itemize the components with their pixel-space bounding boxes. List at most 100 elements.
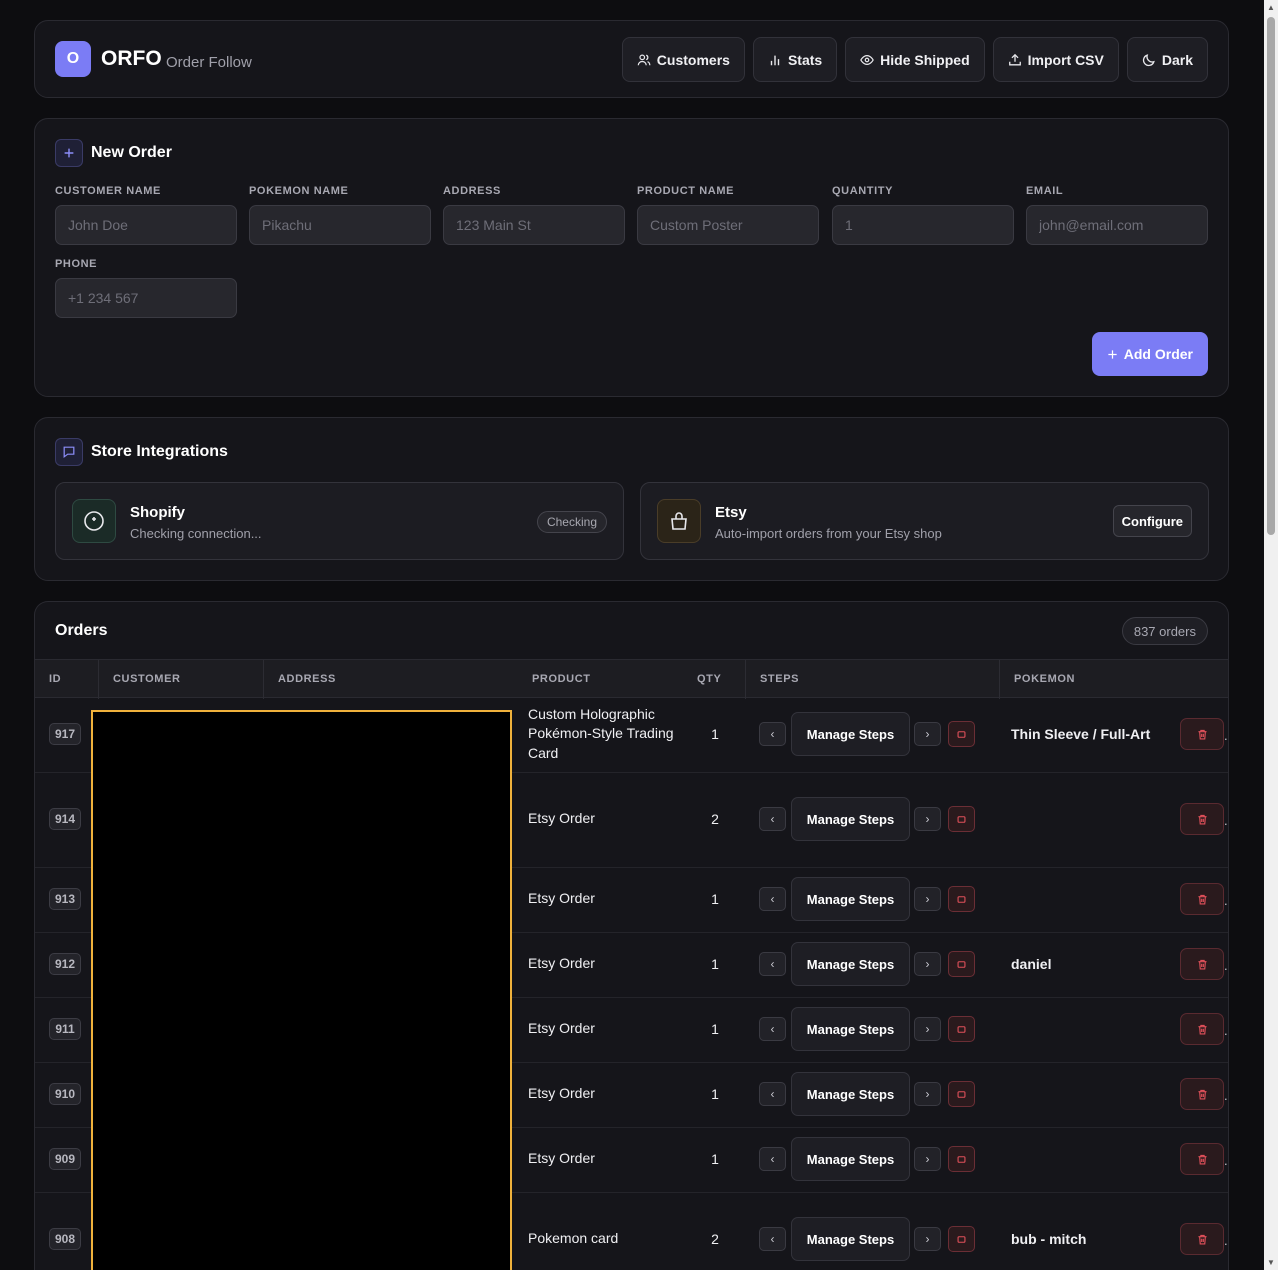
step-status-icon[interactable] [948, 886, 975, 912]
scroll-up-icon[interactable]: ▲ [1267, 3, 1275, 12]
product-cell: Etsy Order [528, 890, 595, 907]
manage-steps-button[interactable]: Manage Steps [791, 942, 910, 986]
qty-cell: 2 [711, 811, 719, 827]
dark-mode-button[interactable]: Dark [1126, 37, 1208, 82]
etsy-description: Auto-import orders from your Etsy shop [715, 526, 942, 541]
col-qty[interactable]: QTY [697, 673, 721, 685]
users-icon [637, 53, 651, 65]
col-id[interactable]: ID [49, 673, 61, 685]
shopify-icon [72, 499, 116, 543]
next-step-button[interactable]: › [914, 887, 941, 911]
delete-order-button[interactable] [1180, 1013, 1224, 1045]
prev-step-button[interactable]: ‹ [759, 1017, 786, 1041]
step-status-icon[interactable] [948, 1146, 975, 1172]
phone-input[interactable] [55, 278, 237, 318]
trash-icon [1196, 1153, 1209, 1166]
trash-icon [1196, 893, 1209, 906]
orders-table-header: ID CUSTOMER ADDRESS PRODUCT QTY STEPS PO… [35, 659, 1228, 699]
customer-name-input[interactable] [55, 205, 237, 245]
product-cell: Etsy Order [528, 1020, 595, 1037]
manage-steps-button[interactable]: Manage Steps [791, 797, 910, 841]
prev-step-button[interactable]: ‹ [759, 1227, 786, 1251]
delete-order-button[interactable] [1180, 1143, 1224, 1175]
next-step-button[interactable]: › [914, 1082, 941, 1106]
next-step-button[interactable]: › [914, 1227, 941, 1251]
prev-step-button[interactable]: ‹ [759, 1082, 786, 1106]
prev-step-button[interactable]: ‹ [759, 887, 786, 911]
shopify-description: Checking connection... [130, 526, 262, 541]
overflow-ellipsis: .. [1224, 1153, 1228, 1168]
customers-button[interactable]: Customers [621, 37, 745, 82]
overflow-ellipsis: .. [1224, 1233, 1228, 1248]
hide-shipped-button[interactable]: Hide Shipped [845, 37, 985, 82]
add-order-button[interactable]: Add Order [1091, 332, 1208, 376]
quantity-input[interactable] [832, 205, 1014, 245]
col-pokemon[interactable]: POKEMON [1014, 673, 1075, 685]
page-scrollbar[interactable]: ▲ ▼ [1264, 0, 1278, 1270]
qty-cell: 1 [711, 956, 719, 972]
plus-icon [55, 139, 83, 167]
message-square-icon [55, 438, 83, 466]
phone-field: PHONE [55, 258, 237, 318]
step-status-icon[interactable] [948, 1081, 975, 1107]
col-product[interactable]: PRODUCT [532, 673, 591, 685]
next-step-button[interactable]: › [914, 952, 941, 976]
etsy-name: Etsy [715, 504, 747, 521]
manage-steps-button[interactable]: Manage Steps [791, 1137, 910, 1181]
delete-order-button[interactable] [1180, 948, 1224, 980]
email-field: EMAIL [1026, 185, 1208, 245]
etsy-configure-button[interactable]: Configure [1112, 505, 1192, 537]
next-step-button[interactable]: › [914, 807, 941, 831]
next-step-button[interactable]: › [914, 1017, 941, 1041]
order-id-badge: 917 [49, 723, 81, 745]
stats-button[interactable]: Stats [752, 37, 838, 82]
trash-icon [1196, 1233, 1209, 1246]
bar-chart-icon [770, 55, 780, 65]
trash-icon [1196, 813, 1209, 826]
overflow-ellipsis: .. [1224, 893, 1228, 908]
orders-title: Orders [55, 622, 108, 639]
prev-step-button[interactable]: ‹ [759, 1147, 786, 1171]
pokemon-name-input[interactable] [249, 205, 431, 245]
delete-order-button[interactable] [1180, 718, 1224, 750]
manage-steps-button[interactable]: Manage Steps [791, 1072, 910, 1116]
step-status-icon[interactable] [948, 1016, 975, 1042]
new-order-panel: New Order CUSTOMER NAME POKEMON NAME ADD… [34, 118, 1229, 397]
plus-icon [1108, 349, 1117, 359]
delete-order-button[interactable] [1180, 1078, 1224, 1110]
prev-step-button[interactable]: ‹ [759, 807, 786, 831]
prev-step-button[interactable]: ‹ [759, 722, 786, 746]
delete-order-button[interactable] [1180, 1223, 1224, 1255]
delete-order-button[interactable] [1180, 883, 1224, 915]
address-input[interactable] [443, 205, 625, 245]
etsy-integration-card: Etsy Auto-import orders from your Etsy s… [640, 482, 1209, 560]
step-status-icon[interactable] [948, 951, 975, 977]
shopify-status-badge: Checking [536, 511, 607, 533]
col-address[interactable]: ADDRESS [278, 673, 336, 685]
product-cell: Etsy Order [528, 1150, 595, 1167]
trash-icon [1196, 1088, 1209, 1101]
import-csv-button[interactable]: Import CSV [992, 37, 1119, 82]
step-status-icon[interactable] [948, 806, 975, 832]
upload-icon [1008, 53, 1021, 65]
email-input[interactable] [1026, 205, 1208, 245]
step-status-icon[interactable] [948, 721, 975, 747]
manage-steps-button[interactable]: Manage Steps [791, 712, 910, 756]
step-status-icon[interactable] [948, 1226, 975, 1252]
product-name-input[interactable] [637, 205, 819, 245]
manage-steps-button[interactable]: Manage Steps [791, 1007, 910, 1051]
eye-icon [860, 54, 874, 65]
col-steps[interactable]: STEPS [760, 673, 799, 685]
prev-step-button[interactable]: ‹ [759, 952, 786, 976]
delete-order-button[interactable] [1180, 803, 1224, 835]
next-step-button[interactable]: › [914, 1147, 941, 1171]
manage-steps-button[interactable]: Manage Steps [791, 1217, 910, 1261]
qty-cell: 1 [711, 891, 719, 907]
customer-name-field: CUSTOMER NAME [55, 185, 237, 245]
col-customer[interactable]: CUSTOMER [113, 673, 181, 685]
scrollbar-thumb[interactable] [1267, 17, 1275, 535]
scroll-down-icon[interactable]: ▼ [1267, 1258, 1275, 1267]
manage-steps-button[interactable]: Manage Steps [791, 877, 910, 921]
next-step-button[interactable]: › [914, 722, 941, 746]
order-id-badge: 908 [49, 1228, 81, 1250]
